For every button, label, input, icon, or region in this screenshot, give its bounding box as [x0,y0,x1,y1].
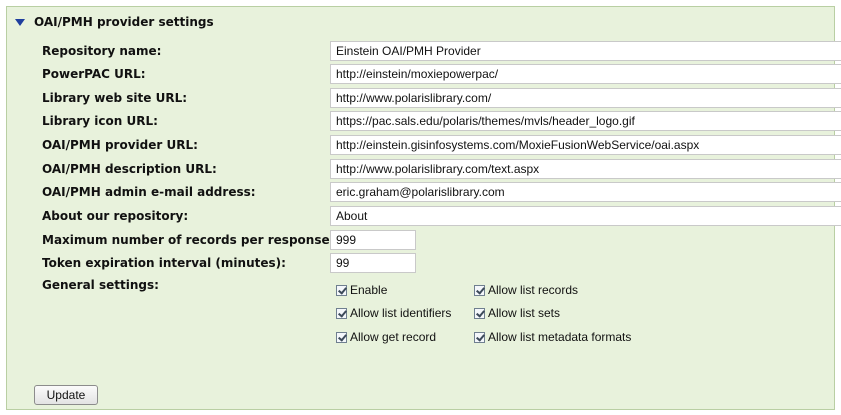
allow-list-metadata-formats-label: Allow list metadata formats [488,330,632,344]
update-button[interactable]: Update [34,385,98,405]
about-repository-input[interactable]: About [330,206,841,226]
enable-checkbox[interactable]: Enable [336,283,387,297]
checkbox-checked-icon[interactable] [474,331,485,343]
repository-name-input[interactable]: Einstein OAI/PMH Provider [330,41,841,61]
label-library-website-url: Library web site URL: [42,91,188,105]
allow-list-identifiers-label: Allow list identifiers [350,306,452,320]
allow-list-metadata-formats-checkbox[interactable]: Allow list metadata formats [474,330,631,344]
allow-list-sets-label: Allow list sets [488,306,561,320]
section-header[interactable]: OAI/PMH provider settings [15,15,214,29]
label-library-icon-url: Library icon URL: [42,114,158,128]
label-repository-name: Repository name: [42,44,162,58]
checkbox-checked-icon[interactable] [336,331,347,343]
allow-list-records-label: Allow list records [488,283,579,297]
powerpac-url-input[interactable]: http://einstein/moxiepowerpac/ [330,64,841,84]
max-records-input[interactable]: 999 [330,230,416,250]
checkbox-checked-icon[interactable] [336,307,347,319]
label-provider-url: OAI/PMH provider URL: [42,138,198,152]
settings-panel: OAI/PMH provider settings Repository nam… [6,6,841,410]
library-icon-url-input[interactable]: https://pac.sals.edu/polaris/themes/mvls… [330,111,841,131]
enable-checkbox-label: Enable [350,283,388,297]
provider-url-input[interactable]: http://einstein.gisinfosystems.com/Moxie… [330,135,841,155]
label-description-url: OAI/PMH description URL: [42,162,217,176]
allow-list-sets-checkbox[interactable]: Allow list sets [474,306,560,320]
label-max-records: Maximum number of records per response: [42,233,335,247]
label-powerpac-url: PowerPAC URL: [42,67,146,81]
description-url-input[interactable]: http://www.polarislibrary.com/text.aspx [330,159,841,179]
allow-get-record-label: Allow get record [350,330,437,344]
label-token-expiration: Token expiration interval (minutes): [42,256,286,270]
admin-email-input[interactable]: eric.graham@polarislibrary.com [330,182,841,202]
checkbox-checked-icon[interactable] [474,284,485,296]
checkbox-checked-icon[interactable] [474,307,485,319]
checkbox-checked-icon[interactable] [336,284,347,296]
label-admin-email: OAI/PMH admin e-mail address: [42,185,256,199]
collapse-triangle-icon[interactable] [15,19,25,26]
allow-list-records-checkbox[interactable]: Allow list records [474,283,578,297]
allow-get-record-checkbox[interactable]: Allow get record [336,330,436,344]
allow-list-identifiers-checkbox[interactable]: Allow list identifiers [336,306,451,320]
section-title: OAI/PMH provider settings [34,15,214,29]
library-website-url-input[interactable]: http://www.polarislibrary.com/ [330,88,841,108]
label-general-settings: General settings: [42,278,159,292]
label-about-repository: About our repository: [42,209,189,223]
token-expiration-input[interactable]: 99 [330,253,416,273]
